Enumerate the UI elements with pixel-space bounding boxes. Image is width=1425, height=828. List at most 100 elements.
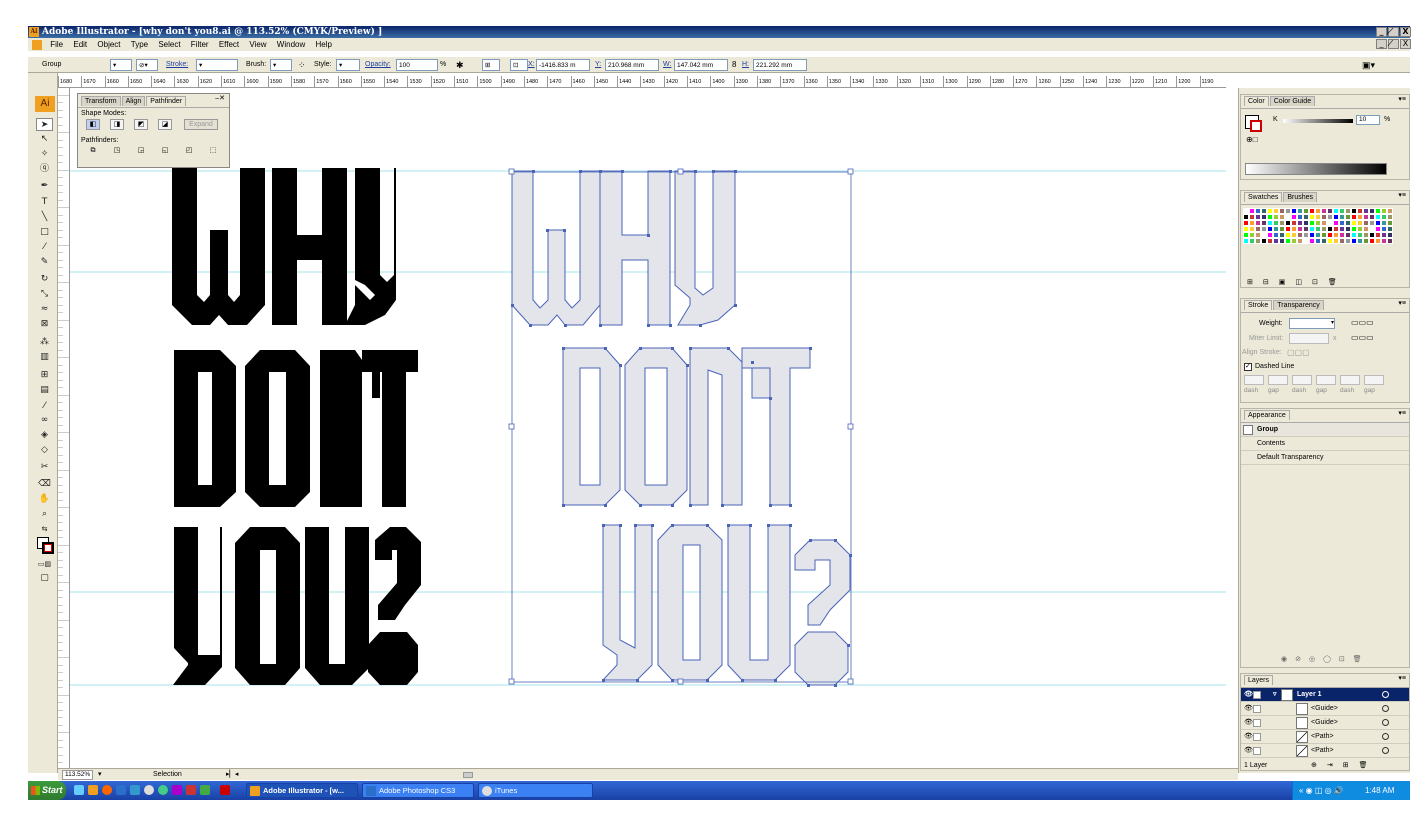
quicklaunch-filezilla-icon[interactable]	[220, 785, 230, 795]
rotate-tool-icon[interactable]: ↻	[36, 273, 53, 286]
doc-restore-button[interactable]: ̸	[1388, 39, 1399, 49]
start-button[interactable]: Start	[28, 781, 66, 800]
appearance-row-contents[interactable]: Contents	[1241, 437, 1409, 451]
gap-field[interactable]	[1316, 375, 1336, 385]
quicklaunch-illustrator-icon[interactable]	[88, 785, 98, 795]
tab-swatches[interactable]: Swatches	[1244, 192, 1283, 202]
tab-transform[interactable]: Transform	[81, 96, 121, 106]
task-photoshop[interactable]: Adobe Photoshop CS3	[362, 783, 474, 798]
dash-field[interactable]	[1292, 375, 1312, 385]
menu-type[interactable]: Type	[127, 38, 152, 51]
tab-layers[interactable]: Layers	[1244, 675, 1274, 685]
eraser-tool-icon[interactable]: ⌫	[36, 478, 53, 491]
status-menu-icon[interactable]: ▸▏◂	[226, 769, 238, 781]
tray-icons[interactable]: « ◉ ◫ ◎ 🔊	[1299, 781, 1344, 800]
quicklaunch-media-icon[interactable]	[186, 785, 196, 795]
live-paint-selection-icon[interactable]: ◇	[36, 444, 53, 457]
color-mode-icon[interactable]: ▭▨	[36, 558, 53, 571]
target-icon[interactable]	[1382, 719, 1389, 726]
target-icon[interactable]	[1382, 705, 1389, 712]
opacity-label[interactable]: Opacity:	[365, 59, 391, 71]
artboard-canvas[interactable]	[70, 88, 1226, 768]
type-tool-icon[interactable]: T	[36, 196, 53, 209]
stroke-weight-input[interactable]: ▾	[196, 59, 238, 71]
appearance-row-transparency[interactable]: Default Transparency	[1241, 451, 1409, 465]
tab-color[interactable]: Color	[1244, 96, 1269, 106]
panel-menu-icon[interactable]: ▾≡	[1398, 409, 1406, 417]
visibility-eye-icon[interactable]: 👁	[1244, 747, 1253, 755]
symbol-sprayer-tool-icon[interactable]: ⁂	[36, 336, 53, 349]
outline-lettering[interactable]	[511, 170, 851, 686]
mesh-tool-icon[interactable]: ⊞	[36, 369, 53, 382]
horizontal-scrollbar-thumb[interactable]	[463, 772, 473, 778]
menu-file[interactable]: File	[46, 38, 67, 51]
dash-field[interactable]	[1244, 375, 1264, 385]
recolor-artwork-icon[interactable]: ✱	[456, 59, 464, 71]
visibility-eye-icon[interactable]: 👁	[1244, 719, 1253, 727]
tab-stroke[interactable]: Stroke	[1244, 300, 1273, 310]
minus-back-icon[interactable]: ⬚	[206, 146, 220, 157]
menu-edit[interactable]: Edit	[69, 38, 91, 51]
free-transform-tool-icon[interactable]: ⊠	[36, 318, 53, 331]
line-tool-icon[interactable]: ╲	[36, 211, 53, 224]
none-swatch-icon[interactable]: ⊕□	[1246, 135, 1258, 144]
visibility-eye-icon[interactable]: 👁	[1244, 691, 1253, 699]
quicklaunch-browser-icon[interactable]	[158, 785, 168, 795]
lock-toggle[interactable]	[1253, 705, 1261, 713]
divide-icon[interactable]: ⧉	[86, 146, 100, 157]
unite-icon[interactable]: ◧	[86, 119, 100, 130]
selection-tool-icon[interactable]: ➤	[36, 118, 53, 131]
panel-menu-icon[interactable]: ▾≡	[1398, 191, 1406, 199]
transform-reference-icon[interactable]: ⊡	[510, 59, 528, 71]
quicklaunch-firefox-icon[interactable]	[102, 785, 112, 795]
brush-dropdown[interactable]: ▾	[270, 59, 292, 71]
visibility-eye-icon[interactable]: 👁	[1244, 705, 1253, 713]
scale-tool-icon[interactable]: ⤡	[36, 288, 53, 301]
lock-toggle[interactable]	[1253, 719, 1261, 727]
screen-mode-icon[interactable]: ▢	[36, 572, 53, 585]
appearance-footer-icons[interactable]: ◉⊘◎◯⊡🗑	[1281, 655, 1370, 663]
minus-front-icon[interactable]: ◨	[110, 119, 124, 130]
color-spectrum[interactable]	[1245, 163, 1387, 175]
layer-row-path[interactable]: 👁 <Path>	[1241, 730, 1409, 744]
k-slider[interactable]	[1283, 119, 1353, 123]
task-itunes[interactable]: iTunes	[478, 783, 593, 798]
quicklaunch-indesign-icon[interactable]	[172, 785, 182, 795]
menu-object[interactable]: Object	[93, 38, 124, 51]
clock[interactable]: 1:48 AM	[1365, 786, 1394, 795]
dashed-line-checkbox[interactable]: ✓	[1244, 363, 1252, 371]
intersect-icon[interactable]: ◩	[134, 119, 148, 130]
height-input[interactable]: 221.292 mm	[753, 59, 807, 71]
tab-transparency[interactable]: Transparency	[1273, 300, 1324, 310]
gap-field[interactable]	[1364, 375, 1384, 385]
warp-tool-icon[interactable]: ≈	[36, 303, 53, 316]
eyedropper-tool-icon[interactable]: ⁄	[36, 400, 53, 413]
paintbrush-tool-icon[interactable]: ⁄	[36, 241, 53, 254]
style-dropdown[interactable]: ▾	[336, 59, 360, 71]
vertical-ruler[interactable]	[58, 88, 70, 768]
cap-style-icons[interactable]: ▭▭▭	[1351, 318, 1374, 327]
tab-align[interactable]: Align	[121, 96, 146, 106]
quicklaunch-skype-icon[interactable]	[130, 785, 140, 795]
layers-footer-icons[interactable]: ⊕⇥⊞🗑	[1311, 761, 1377, 769]
slice-tool-icon[interactable]: ✂	[36, 461, 53, 474]
target-icon[interactable]	[1382, 733, 1389, 740]
align-stroke-icons[interactable]: ▢▢▢	[1287, 348, 1310, 357]
quicklaunch-photoshop-icon[interactable]	[116, 785, 126, 795]
x-position-input[interactable]: -1416.833 m	[536, 59, 590, 71]
live-paint-tool-icon[interactable]: ◈	[36, 429, 53, 442]
visibility-eye-icon[interactable]: 👁	[1244, 733, 1253, 741]
quicklaunch-app-icon[interactable]	[200, 785, 210, 795]
gradient-tool-icon[interactable]: ▤	[36, 384, 53, 397]
color-swatch[interactable]	[1387, 238, 1393, 244]
appearance-row-group[interactable]: Group	[1241, 423, 1409, 437]
expand-triangle-icon[interactable]: ▿	[1273, 688, 1277, 702]
width-input[interactable]: 147.042 mm	[674, 59, 728, 71]
menu-view[interactable]: View	[245, 38, 270, 51]
doc-minimize-button[interactable]: _	[1376, 39, 1387, 49]
menu-window[interactable]: Window	[273, 38, 309, 51]
panel-menu-icon[interactable]: ▾≡	[1398, 674, 1406, 682]
black-lettering[interactable]	[172, 168, 421, 685]
layer-row-guide[interactable]: 👁 <Guide>	[1241, 716, 1409, 730]
lock-toggle[interactable]	[1253, 691, 1261, 699]
